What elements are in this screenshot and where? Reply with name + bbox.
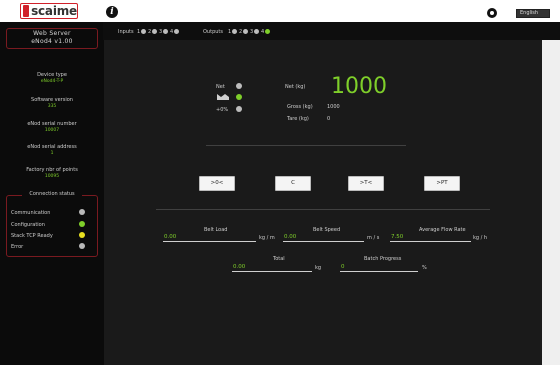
flow-rate-title: Average Flow Rate: [419, 227, 466, 233]
batch-progress-unit: %: [422, 265, 427, 271]
input-2-dot: [152, 29, 157, 34]
status-stable-dot: [236, 94, 242, 100]
input-1-num: 1: [137, 29, 141, 35]
belt-speed-value: 0.00: [284, 234, 297, 240]
output-4-num: 4: [261, 29, 265, 35]
conn-error-label: Error: [11, 244, 24, 250]
total-title: Total: [273, 256, 285, 262]
power-icon[interactable]: [487, 8, 497, 18]
belt-load-title: Belt Load: [204, 227, 228, 233]
input-3-num: 3: [159, 29, 163, 35]
factory-points-value: 10095: [44, 174, 60, 179]
gross-label: Gross (kg): [287, 104, 313, 110]
tare-label: Tare (kg): [287, 116, 309, 122]
belt-speed-unit: m / s: [367, 235, 380, 241]
input-3-dot: [163, 29, 168, 34]
server-version: eNod4 v1.00: [31, 38, 73, 45]
batch-progress-line: [340, 271, 418, 272]
conn-configuration-dot: [79, 221, 85, 227]
net-label: Net (kg): [285, 84, 306, 90]
serial-number-value: 10007: [44, 128, 60, 133]
serial-address-label: eNod serial address: [27, 144, 77, 150]
output-1-dot: [232, 29, 237, 34]
scrollbar-strip[interactable]: [542, 40, 560, 365]
divider-top: [206, 145, 406, 146]
net-value: 1000: [331, 74, 387, 99]
status-zero-dot: [236, 106, 242, 112]
input-2-num: 2: [148, 29, 152, 35]
conn-communication-label: Communication: [11, 210, 51, 216]
output-3-num: 3: [250, 29, 254, 35]
status-net-label: Net: [216, 84, 225, 90]
clear-button[interactable]: C: [275, 176, 311, 191]
flow-rate-value: 7.50: [391, 234, 404, 240]
preset-tare-button[interactable]: >PT: [424, 176, 460, 191]
output-4-dot: [265, 29, 270, 34]
factory-points-label: Factory nbr of points: [26, 167, 78, 173]
output-2-dot: [243, 29, 248, 34]
batch-progress-value: 0: [341, 264, 345, 270]
connection-status-title: Connection status: [22, 191, 82, 197]
outputs-label: Outputs: [203, 29, 223, 35]
conn-error-dot: [79, 243, 85, 249]
output-3-dot: [254, 29, 259, 34]
batch-progress-title: Batch Progress: [364, 256, 402, 262]
conn-configuration-label: Configuration: [11, 222, 45, 228]
belt-load-unit: kg / m: [259, 235, 275, 241]
conn-communication-dot: [79, 209, 85, 215]
input-4-num: 4: [170, 29, 174, 35]
status-zero-label: +0%: [216, 107, 229, 113]
serial-address-value: 1: [50, 151, 54, 156]
output-1-num: 1: [228, 29, 232, 35]
device-type-value: eNod4-T-P: [40, 79, 64, 84]
gross-value: 1000: [327, 104, 340, 110]
scaime-logo: scaime: [20, 3, 78, 19]
device-type-label: Device type: [37, 72, 67, 78]
main-panel: [104, 40, 542, 365]
tare-button[interactable]: >T<: [348, 176, 384, 191]
conn-stack-tcp-label: Stack TCP Ready: [11, 233, 53, 239]
logo-text: scaime: [31, 4, 77, 18]
belt-speed-line: [283, 241, 364, 242]
total-value: 0.00: [233, 264, 246, 270]
software-version-value: 335: [47, 104, 57, 109]
top-bar: scaime i English: [0, 0, 560, 22]
belt-load-line: [163, 241, 256, 242]
flow-rate-line: [390, 241, 471, 242]
stable-weight-icon: [217, 94, 229, 100]
software-version-label: Software version: [31, 97, 73, 103]
conn-stack-tcp-dot: [79, 232, 85, 238]
total-line: [232, 271, 312, 272]
serial-number-label: eNod serial number: [27, 121, 77, 127]
logo-mark-icon: [23, 5, 30, 17]
flow-rate-unit: kg / h: [473, 235, 488, 241]
zero-button[interactable]: >0<: [199, 176, 235, 191]
belt-speed-title: Belt Speed: [313, 227, 341, 233]
tare-value: 0: [327, 116, 331, 122]
inputs-label: Inputs: [118, 29, 134, 35]
belt-load-value: 0.00: [164, 234, 177, 240]
divider-bottom: [156, 209, 490, 210]
info-icon[interactable]: i: [106, 6, 118, 18]
status-net-dot: [236, 83, 242, 89]
server-title: Web Server: [33, 30, 71, 37]
language-select[interactable]: English: [516, 9, 550, 18]
total-unit: kg: [315, 265, 322, 271]
input-1-dot: [141, 29, 146, 34]
input-4-dot: [174, 29, 179, 34]
output-2-num: 2: [239, 29, 243, 35]
